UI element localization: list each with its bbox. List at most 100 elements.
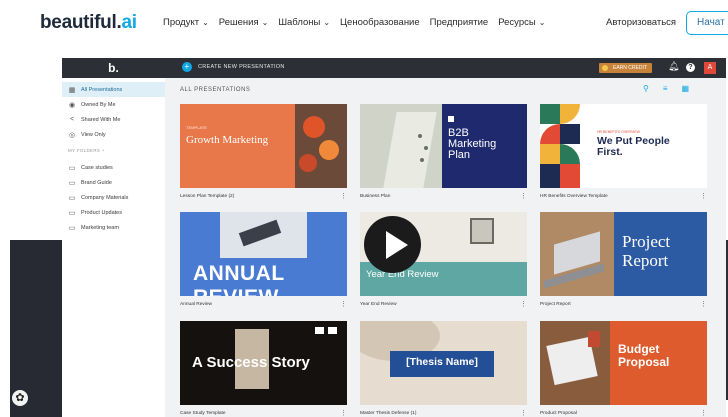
more-icon[interactable]: ⋮ xyxy=(340,192,347,200)
sidebar-item-shared[interactable]: < Shared With Me xyxy=(62,112,165,127)
app-window: b. + CREATE NEW PRESENTATION EARN CREDIT… xyxy=(62,58,726,417)
more-icon[interactable]: ⋮ xyxy=(700,192,707,200)
grid-icon: ▦ xyxy=(68,86,76,94)
presentation-card[interactable]: Year End Review Year End Review ⋮ xyxy=(360,212,527,308)
view-controls: ⚲ ≡ ▦ xyxy=(643,84,689,93)
handwriting-image xyxy=(220,212,307,258)
more-icon[interactable]: ⋮ xyxy=(700,300,707,308)
create-presentation-button[interactable]: + CREATE NEW PRESENTATION xyxy=(182,62,285,72)
thumb-title: [Thesis Name] xyxy=(406,356,478,368)
presentation-card[interactable]: HR BENEFITS OVERVIEW We Put People First… xyxy=(540,104,707,200)
app-logo[interactable]: b. xyxy=(62,58,165,78)
card-thumbnail[interactable]: Budget Proposal xyxy=(540,321,707,405)
login-link[interactable]: Авторизоваться xyxy=(606,17,676,28)
presentation-card[interactable]: B2B Marketing Plan Business Plan ⋮ xyxy=(360,104,527,200)
folder-item[interactable]: ▭ Brand Guide xyxy=(62,175,165,190)
folders-heading-label: MY FOLDERS xyxy=(68,148,101,153)
page: beautiful.ai Продукт ⌄ Решения ⌄ Шаблоны ⌄ … xyxy=(0,0,728,417)
card-thumbnail[interactable]: A Success Story xyxy=(180,321,347,405)
logo-text: beautiful. xyxy=(40,12,122,33)
presentation-card[interactable]: TEMPLATE Growth Marketing Lesson Plan Te… xyxy=(180,104,347,200)
card-title: Product Proposal xyxy=(540,411,577,416)
sidebar-item-view-only[interactable]: ◎ View Only xyxy=(62,127,165,142)
help-icon[interactable]: ? xyxy=(686,63,695,72)
beautiful-ai-logo[interactable]: beautiful.ai xyxy=(40,12,137,34)
start-button[interactable]: Начат xyxy=(686,11,728,35)
presentation-card[interactable]: A Success Story Case Study Template ⋮ xyxy=(180,321,347,417)
nav-item-pricing[interactable]: Ценообразование xyxy=(340,17,420,28)
card-title: Master Thesis Defense (1) xyxy=(360,411,417,416)
nav-label: Ресурсы xyxy=(498,17,536,28)
coin-icon xyxy=(602,65,608,71)
sidebar-item-label: Owned By Me xyxy=(81,101,116,108)
folder-label: Marketing team xyxy=(81,224,119,231)
presentation-card[interactable]: [Thesis Name] Master Thesis Defense (1) … xyxy=(360,321,527,417)
folder-icon: ▭ xyxy=(68,179,76,187)
sidebar-item-label: Shared With Me xyxy=(81,116,121,123)
folders-heading: MY FOLDERS + xyxy=(68,148,105,153)
presentation-card[interactable]: ANNUAL REVIEW Annual Review ⋮ xyxy=(180,212,347,308)
nav-label: Предприятие xyxy=(429,17,489,28)
folder-item[interactable]: ▭ Case studies xyxy=(62,160,165,175)
more-icon[interactable]: ⋮ xyxy=(520,192,527,200)
sidebar: ▦ All Presentations ◉ Owned By Me < Shared … xyxy=(62,78,165,417)
more-icon[interactable]: ⋮ xyxy=(700,409,707,417)
nav-label: Шаблоны xyxy=(278,17,321,28)
earn-credit-button[interactable]: EARN CREDIT xyxy=(599,63,652,73)
card-thumbnail[interactable]: HR BENEFITS OVERVIEW We Put People First… xyxy=(540,104,707,188)
grid-view-icon[interactable]: ▦ xyxy=(682,84,690,93)
more-icon[interactable]: ⋮ xyxy=(340,409,347,417)
folder-label: Company Materials xyxy=(81,194,129,201)
search-icon[interactable]: ⚲ xyxy=(643,84,649,93)
plus-icon: + xyxy=(182,62,192,72)
presentation-card[interactable]: Budget Proposal Product Proposal ⋮ xyxy=(540,321,707,417)
card-title: Business Plan xyxy=(360,194,391,199)
more-icon[interactable]: ⋮ xyxy=(520,409,527,417)
add-folder-icon[interactable]: + xyxy=(102,148,105,153)
folder-item[interactable]: ▭ Company Materials xyxy=(62,190,165,205)
card-thumbnail[interactable]: [Thesis Name] xyxy=(360,321,527,405)
card-thumbnail[interactable]: TEMPLATE Growth Marketing xyxy=(180,104,347,188)
accessibility-icon[interactable]: ✿ xyxy=(12,390,28,406)
avatar[interactable]: A xyxy=(704,62,716,74)
sort-icon[interactable]: ≡ xyxy=(663,84,668,93)
user-icon: ◉ xyxy=(68,101,76,109)
geometric-art xyxy=(540,104,590,188)
nav-item-product[interactable]: Продукт ⌄ xyxy=(163,17,209,28)
card-title: Lesson Plan Template (2) xyxy=(180,194,235,199)
card-thumbnail[interactable]: Year End Review xyxy=(360,212,527,296)
logo-ai-text: ai xyxy=(121,12,137,33)
thumb-title: A Success Story xyxy=(192,354,310,371)
card-thumbnail[interactable]: B2B Marketing Plan xyxy=(360,104,527,188)
thumb-small-text: HR BENEFITS OVERVIEW xyxy=(597,130,640,134)
chevron-down-icon: ⌄ xyxy=(261,18,269,27)
nav-item-templates[interactable]: Шаблоны ⌄ xyxy=(278,17,330,28)
sidebar-item-label: All Presentations xyxy=(81,86,123,93)
card-thumbnail[interactable]: Project Report xyxy=(540,212,707,296)
more-icon[interactable]: ⋮ xyxy=(520,300,527,308)
thumb-title: ANNUAL REVIEW xyxy=(193,262,285,296)
nav-item-solutions[interactable]: Решения ⌄ xyxy=(219,17,269,28)
folder-item[interactable]: ▭ Marketing team xyxy=(62,220,165,235)
sidebar-item-all-presentations[interactable]: ▦ All Presentations xyxy=(62,82,165,97)
thumb-title: Growth Marketing xyxy=(186,134,269,146)
share-icon: < xyxy=(69,116,75,123)
nav-item-resources[interactable]: Ресурсы ⌄ xyxy=(498,17,545,28)
card-title: Year End Review xyxy=(360,302,397,307)
folder-label: Case studies xyxy=(81,164,113,171)
folder-item[interactable]: ▭ Product Updates xyxy=(62,205,165,220)
site-navbar: beautiful.ai Продукт ⌄ Решения ⌄ Шаблоны ⌄ … xyxy=(0,0,728,46)
more-icon[interactable]: ⋮ xyxy=(340,300,347,308)
thumb-title: Project Report xyxy=(622,232,671,270)
main-content: ALL PRESENTATIONS ⚲ ≡ ▦ TEMPLATE Growth … xyxy=(165,78,726,417)
folder-label: Product Updates xyxy=(81,209,122,216)
play-video-button[interactable] xyxy=(364,216,421,273)
card-title: HR Benefits Overview Template xyxy=(540,194,608,199)
folder-label: Brand Guide xyxy=(81,179,112,186)
presentation-card[interactable]: Project Report Project Report ⋮ xyxy=(540,212,707,308)
sidebar-item-owned[interactable]: ◉ Owned By Me xyxy=(62,97,165,112)
bell-icon[interactable]: 🔔︎ xyxy=(668,61,679,72)
nav-label: Решения xyxy=(218,17,259,28)
card-thumbnail[interactable]: ANNUAL REVIEW xyxy=(180,212,347,296)
nav-item-enterprise[interactable]: Предприятие xyxy=(430,17,489,28)
